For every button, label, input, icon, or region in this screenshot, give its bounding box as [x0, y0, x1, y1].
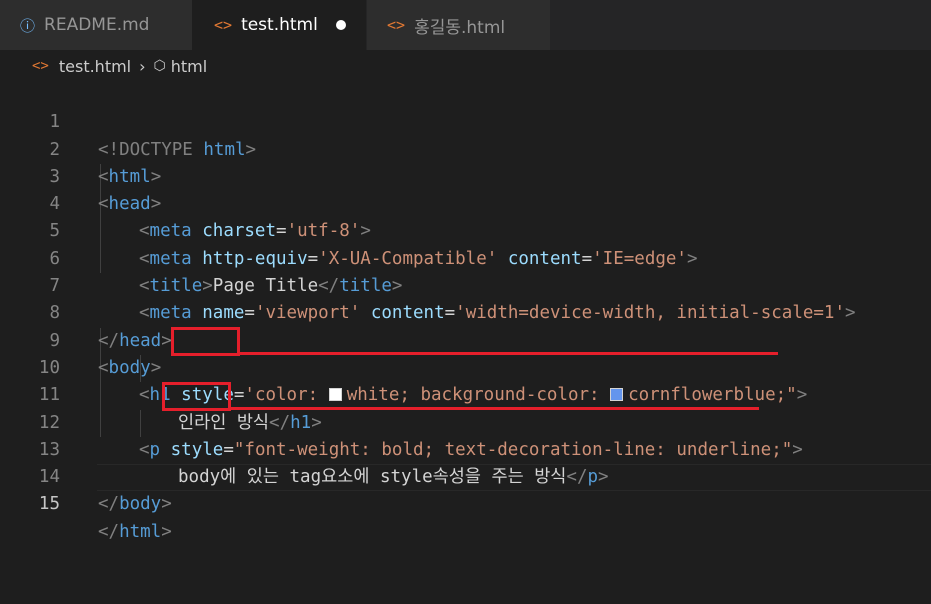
tab-label: README.md — [44, 15, 150, 35]
cube-icon: ⬡ — [153, 58, 166, 74]
line-number: 15 — [38, 494, 60, 515]
html-code-icon: <> — [32, 58, 49, 74]
breadcrumb: <> test.html › ⬡ html — [0, 50, 931, 82]
tab-readme[interactable]: ⓘ README.md — [0, 0, 192, 50]
code-line: 3 <head> — [0, 137, 931, 214]
unsaved-dot-icon[interactable] — [336, 20, 346, 30]
info-icon: ⓘ — [20, 16, 36, 35]
annotation-underline-h1-style — [240, 352, 778, 355]
code-line: 14 </body> — [0, 437, 931, 514]
annotation-box-p-style — [162, 382, 231, 411]
line-content: </html> — [98, 521, 172, 542]
breadcrumb-symbol[interactable]: html — [171, 57, 207, 76]
annotation-underline-p-style — [231, 407, 759, 410]
code-line: 1 <!DOCTYPE html> — [0, 82, 931, 159]
code-line: 8 </head> — [0, 273, 931, 350]
code-line: 13 body에 있는 tag요소에 style속성을 주는 방식</p> — [0, 410, 931, 487]
tab-hong-html[interactable]: <> 홍길동.html — [367, 0, 550, 50]
html-code-icon: <> — [387, 16, 406, 34]
tab-label: 홍길동.html — [414, 17, 506, 38]
code-line: 4 <meta charset='utf-8'> — [0, 164, 931, 241]
code-editor[interactable]: 1 <!DOCTYPE html> 2 <html> 3 <head> 4 <m… — [0, 82, 931, 604]
annotation-box-h1-style — [171, 327, 240, 356]
code-line: 12 <p style="font-weight: bold; text-dec… — [0, 382, 931, 460]
code-line: 5 <meta http-equiv='X-UA-Compatible' con… — [0, 191, 931, 268]
chevron-right-icon: › — [139, 56, 146, 76]
code-line: 9 <body> — [0, 300, 931, 378]
tab-test-html[interactable]: <> test.html — [192, 0, 366, 50]
code-line: 7 <meta name='viewport' content='width=d… — [0, 246, 931, 323]
line-content: </body> — [98, 494, 172, 515]
tab-bar: ⓘ README.md <> test.html <> 홍길동.html — [0, 0, 931, 50]
code-line-current: 15 </html> — [0, 464, 931, 542]
breadcrumb-file[interactable]: test.html — [59, 57, 131, 76]
code-line: 11 인라인 방식</h1> — [0, 355, 931, 432]
code-line: 6 <title>Page Title</title> — [0, 219, 931, 296]
code-line: 10 <h1 style='color: white; background-c… — [0, 328, 931, 405]
tab-label: test.html — [241, 15, 318, 35]
code-line: 2 <html> — [0, 109, 931, 187]
html-code-icon: <> — [214, 16, 233, 34]
